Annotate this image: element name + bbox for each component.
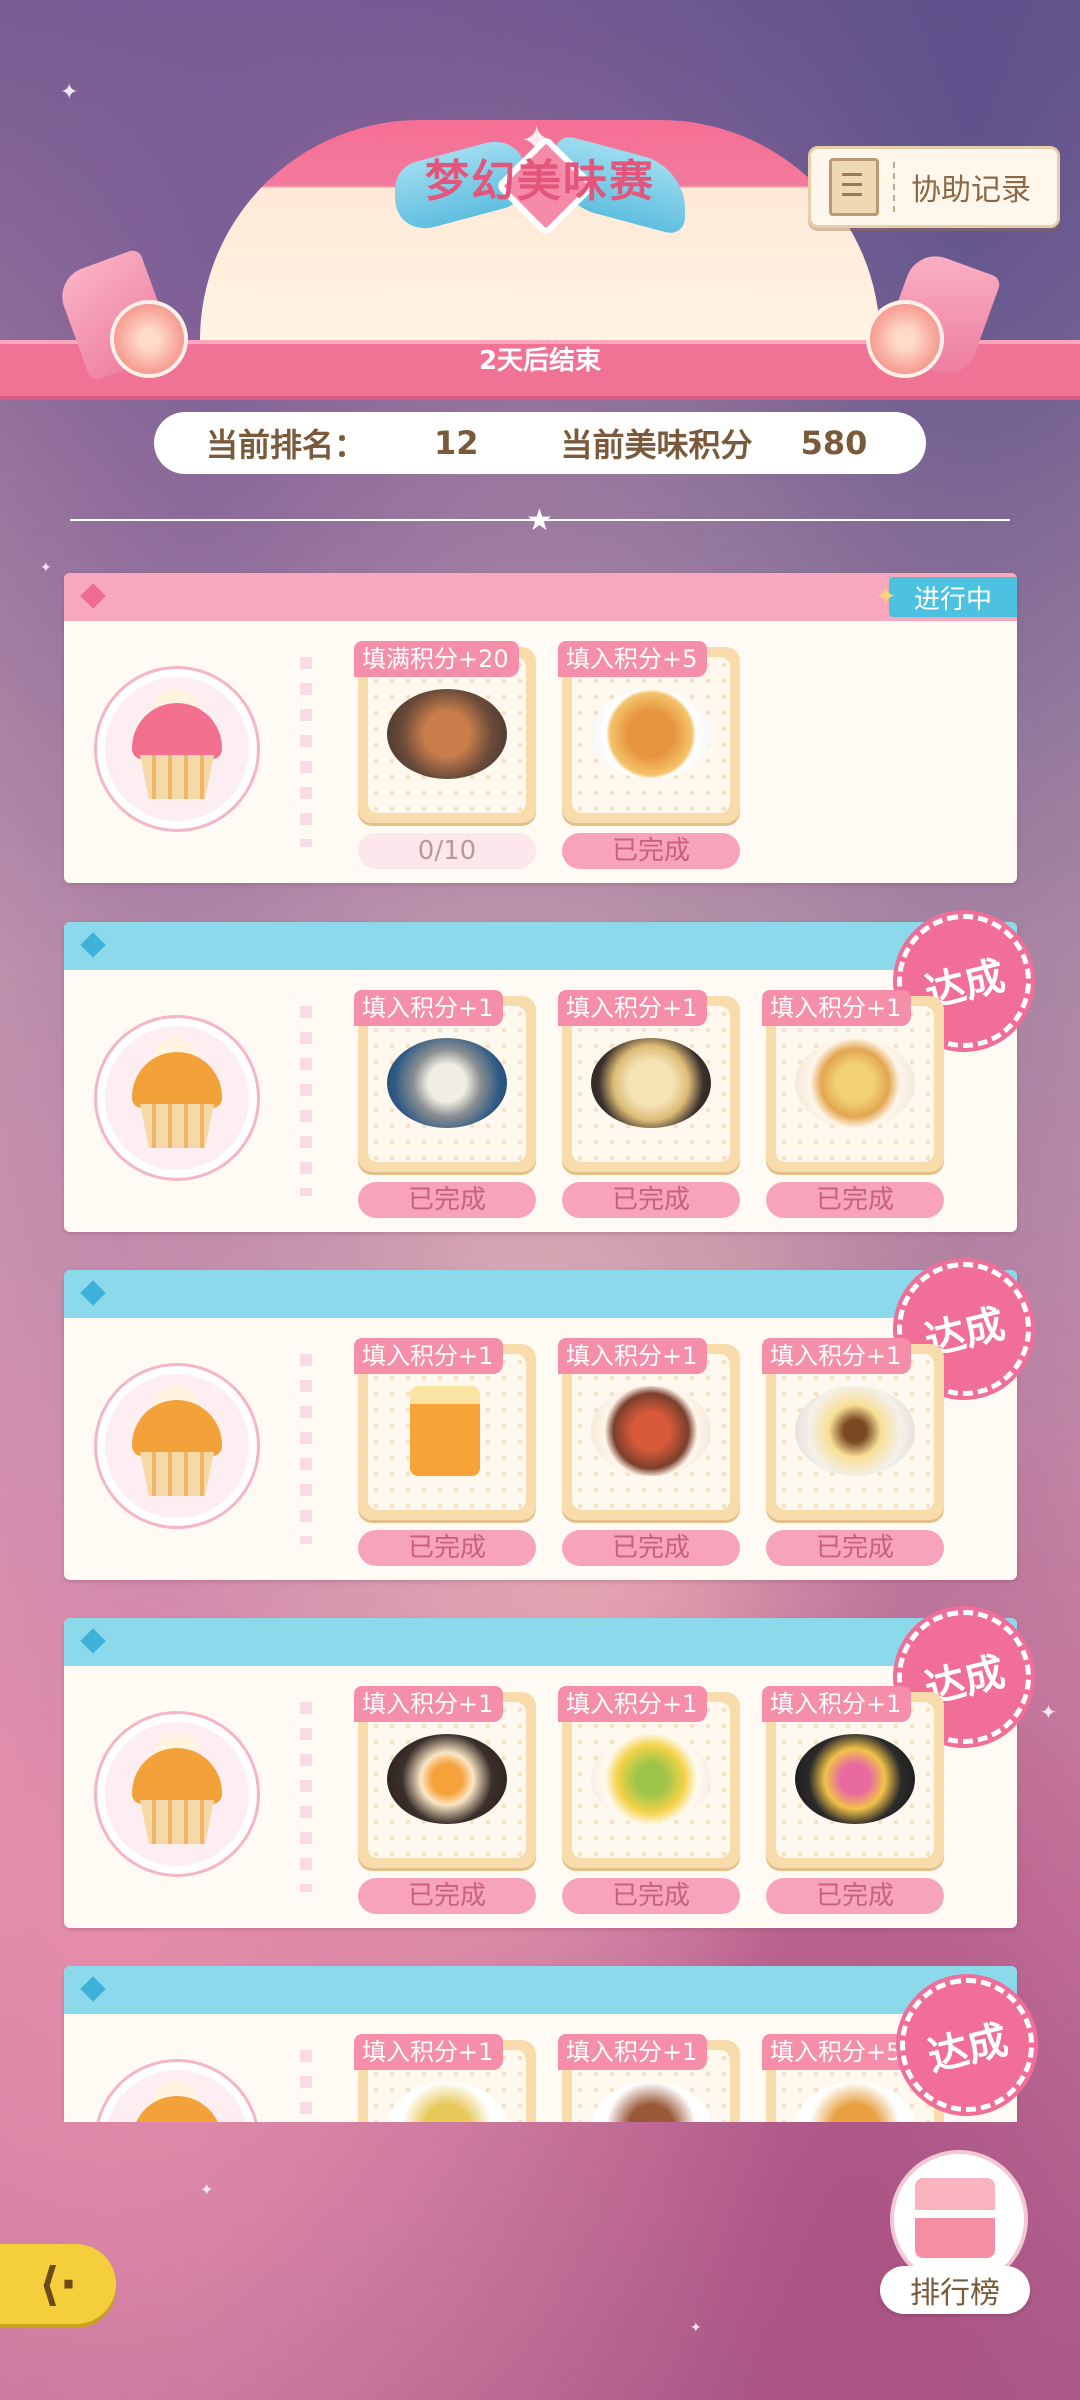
- assist-record-button[interactable]: 协助记录: [808, 146, 1060, 228]
- points-label: 当前美味积分: [560, 426, 753, 464]
- back-arrow-icon: ⟨·: [38, 2257, 78, 2311]
- score-bar: 当前排名： 12 当前美味积分 580: [154, 412, 926, 474]
- score-tag: 填入积分+1: [762, 1338, 912, 1374]
- food-slot[interactable]: 填入积分+1 已完成: [762, 990, 944, 1218]
- score-tag: 填入积分+1: [762, 1686, 912, 1722]
- back-button[interactable]: ⟨·: [0, 2244, 116, 2324]
- sparkle-icon: ✦: [1040, 1700, 1057, 1724]
- divider: ★: [70, 503, 1010, 538]
- score-tag: 填入积分+5: [762, 2034, 912, 2070]
- progress-label: 0/10: [358, 833, 536, 869]
- completed-label: 已完成: [562, 1878, 740, 1914]
- diamond-icon: [80, 583, 106, 609]
- food-slot[interactable]: 填入积分+1: [558, 2034, 740, 2122]
- dish-icon: [795, 1038, 915, 1128]
- score-tag: 填入积分+1: [558, 2034, 708, 2070]
- score-tag: 填入积分+1: [354, 1686, 504, 1722]
- score-tag: 填入积分+5: [558, 641, 708, 677]
- score-tag: 填入积分+1: [354, 2034, 504, 2070]
- assist-record-label: 协助记录: [911, 173, 1031, 208]
- score-tag: 填入积分+1: [354, 1338, 504, 1374]
- cupcake-icon: [94, 1363, 260, 1529]
- completed-label: 已完成: [766, 1530, 944, 1566]
- dish-icon: [387, 1038, 507, 1128]
- cupcake-icon: [94, 2059, 260, 2122]
- completed-label: 已完成: [766, 1878, 944, 1914]
- leaderboard-label: 排行榜: [880, 2266, 1030, 2314]
- food-slot[interactable]: 填入积分+1 已完成: [558, 990, 740, 1218]
- food-slot[interactable]: 填入积分+1 已完成: [354, 1686, 536, 1914]
- task-card[interactable]: 达成 填入积分+1 已完成 填入积分+1 已完成 填入积分+1 已完成: [64, 1595, 1046, 1928]
- completed-label: 已完成: [358, 1878, 536, 1914]
- food-slot[interactable]: 填入积分+1 已完成: [558, 1338, 740, 1566]
- score-tag: 填入积分+1: [558, 1338, 708, 1374]
- score-tag: 填入积分+1: [558, 990, 708, 1026]
- dish-icon: [410, 1386, 480, 1476]
- diamond-icon: [80, 1976, 106, 2002]
- task-card[interactable]: 达成 填入积分+1 已完成 填入积分+1 已完成 填入积分+1 已完成: [64, 1247, 1046, 1580]
- food-slot[interactable]: 填入积分+1 已完成: [762, 1338, 944, 1566]
- dish-icon: [795, 1386, 915, 1476]
- status-badge: 进行中: [875, 577, 1017, 617]
- sparkle-icon: ✦: [60, 80, 79, 105]
- left-bow-icon: [53, 247, 190, 410]
- notebook-icon: [829, 158, 879, 216]
- food-slot[interactable]: 填入积分+1 已完成: [354, 1338, 536, 1566]
- diamond-icon: [80, 1280, 106, 1306]
- food-slot[interactable]: 填入积分+1 已完成: [558, 1686, 740, 1914]
- score-tag: 填入积分+1: [762, 990, 912, 1026]
- completed-label: 已完成: [562, 833, 740, 869]
- completed-label: 已完成: [562, 1182, 740, 1218]
- diamond-icon: [80, 1628, 106, 1654]
- dish-icon: [591, 1038, 711, 1128]
- right-bow-icon: [866, 247, 1003, 410]
- score-tag: 填满积分+20: [354, 641, 519, 677]
- completed-label: 已完成: [766, 1182, 944, 1218]
- cake-icon: [915, 2178, 995, 2258]
- cupcake-icon: [94, 1015, 260, 1181]
- dish-icon: [795, 1734, 915, 1824]
- score-tag: 填入积分+1: [558, 1686, 708, 1722]
- points-value: 580: [800, 424, 868, 462]
- leaderboard-button[interactable]: 排行榜: [880, 2150, 1030, 2330]
- dish-icon: [591, 1734, 711, 1824]
- rank-value: 12: [434, 424, 479, 462]
- completed-label: 已完成: [562, 1530, 740, 1566]
- sparkle-icon: ✦: [40, 560, 52, 576]
- sparkle-icon: ✦: [690, 2320, 702, 2336]
- cupcake-icon: [94, 1711, 260, 1877]
- cupcake-icon: [94, 666, 260, 832]
- sparkle-icon: ✦: [200, 2180, 214, 2199]
- dish-icon: [387, 1734, 507, 1824]
- dish-icon: [387, 689, 507, 779]
- task-card[interactable]: 进行中 填满积分+20 0/10 填入积分+5 已完成: [64, 573, 1017, 883]
- food-slot[interactable]: 填入积分+5 已完成: [558, 641, 740, 869]
- food-slot[interactable]: 填满积分+20 0/10: [354, 641, 536, 869]
- diamond-icon: [80, 932, 106, 958]
- food-slot[interactable]: 填入积分+1 已完成: [762, 1686, 944, 1914]
- event-countdown: 2天后结束: [478, 346, 602, 376]
- food-slot[interactable]: 填入积分+1: [354, 2034, 536, 2122]
- dish-icon: [591, 1386, 711, 1476]
- score-tag: 填入积分+1: [354, 990, 504, 1026]
- completed-label: 已完成: [358, 1530, 536, 1566]
- task-card[interactable]: 达成 填入积分+1 已完成 填入积分+1 已完成 填入积分+1 已完成: [64, 899, 1046, 1232]
- completed-label: 已完成: [358, 1182, 536, 1218]
- food-slot[interactable]: 填入积分+1 已完成: [354, 990, 536, 1218]
- rank-label: 当前排名：: [206, 426, 367, 464]
- dish-icon: [591, 689, 711, 779]
- task-card[interactable]: 填入积分+1 填入积分+1 填入积分+5: [64, 1966, 1017, 2122]
